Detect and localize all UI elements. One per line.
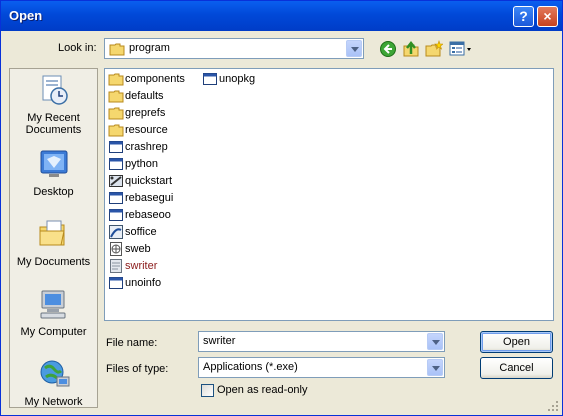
soffice-icon [109, 225, 123, 239]
my-network-icon [40, 360, 69, 387]
file-list[interactable]: components defaults greprefs resource crashr… [104, 68, 554, 321]
place-label: My Computer [20, 326, 87, 338]
desktop-icon [40, 150, 67, 177]
look-in-label: Look in: [58, 42, 97, 54]
swriter-icon [110, 259, 122, 273]
place-label: Desktop [33, 186, 74, 198]
open-button[interactable]: Open [480, 331, 553, 353]
place-my-documents[interactable]: My Documents [10, 217, 97, 268]
file-item-label: sweb [125, 243, 151, 255]
read-only-checkbox[interactable] [201, 384, 214, 397]
file-name-value: swriter [203, 335, 236, 347]
folder-icon [108, 124, 124, 137]
folder-icon [108, 73, 124, 86]
new-folder-icon[interactable] [425, 40, 443, 58]
read-only-label: Open as read-only [217, 384, 308, 396]
files-of-type-label: Files of type: [106, 363, 169, 375]
look-in-dropdown[interactable]: program [104, 38, 364, 59]
resize-grip-icon[interactable] [547, 400, 559, 412]
recent-documents-icon [42, 75, 68, 105]
file-item-label: greprefs [125, 107, 166, 119]
file-item-label: quickstart [125, 175, 173, 187]
look-in-value: program [129, 42, 170, 54]
my-computer-icon [40, 290, 65, 319]
app-window-icon [109, 209, 123, 221]
back-icon[interactable] [379, 40, 397, 58]
title-bar[interactable]: Open ? × [1, 1, 562, 31]
files-of-type-dropdown[interactable]: Applications (*.exe) [198, 357, 445, 378]
place-label: My Network [24, 396, 83, 408]
file-item-label: resource [125, 124, 168, 136]
places-bar: My Recent Documents Desktop My Documents [9, 68, 98, 408]
cancel-button[interactable]: Cancel [480, 357, 553, 379]
my-documents-icon [39, 220, 65, 246]
file-name-input[interactable]: swriter [198, 331, 445, 352]
file-item-label: rebasegui [125, 192, 174, 204]
close-button[interactable]: × [537, 6, 558, 27]
file-item-label: python [125, 158, 159, 170]
views-menu-icon[interactable] [449, 40, 473, 58]
place-my-network[interactable]: My Network [10, 357, 97, 408]
app-window-icon [203, 73, 217, 85]
app-window-icon [109, 158, 123, 170]
window-title: Open [9, 8, 43, 23]
up-folder-icon[interactable] [402, 40, 420, 58]
app-window-icon [109, 277, 123, 289]
file-name-label: File name: [106, 337, 158, 349]
place-my-recent-documents[interactable]: My Recent Documents [10, 73, 97, 136]
place-label: My Documents [16, 256, 91, 268]
file-item-label: components [125, 73, 185, 85]
place-desktop[interactable]: Desktop [10, 147, 97, 198]
app-window-icon [109, 192, 123, 204]
file-item-label: unopkg [219, 73, 256, 85]
look-in-label-text: Look in: [58, 42, 97, 54]
folder-icon [108, 107, 124, 120]
file-item-label: defaults [125, 90, 164, 102]
folder-icon [109, 43, 125, 56]
app-window-icon [109, 141, 123, 153]
file-item-label: crashrep [125, 141, 168, 153]
file-item-label: rebaseoo [125, 209, 171, 221]
file-name-dropdown-arrow[interactable] [427, 333, 443, 350]
open-dialog: Open ? × Look in: program My Recent Docu… [0, 0, 563, 416]
file-item-label: unoinfo [125, 277, 162, 289]
place-label: My Recent Documents [25, 112, 82, 136]
file-item-label: soffice [125, 226, 157, 238]
look-in-dropdown-arrow[interactable] [346, 40, 362, 57]
files-of-type-value: Applications (*.exe) [203, 361, 298, 373]
file-item-label: swriter [125, 260, 158, 272]
folder-icon [108, 90, 124, 103]
place-my-computer[interactable]: My Computer [10, 287, 97, 338]
sweb-icon [110, 242, 122, 256]
help-button[interactable]: ? [513, 6, 534, 27]
files-of-type-dropdown-arrow[interactable] [427, 359, 443, 376]
quickstart-icon [109, 175, 123, 187]
